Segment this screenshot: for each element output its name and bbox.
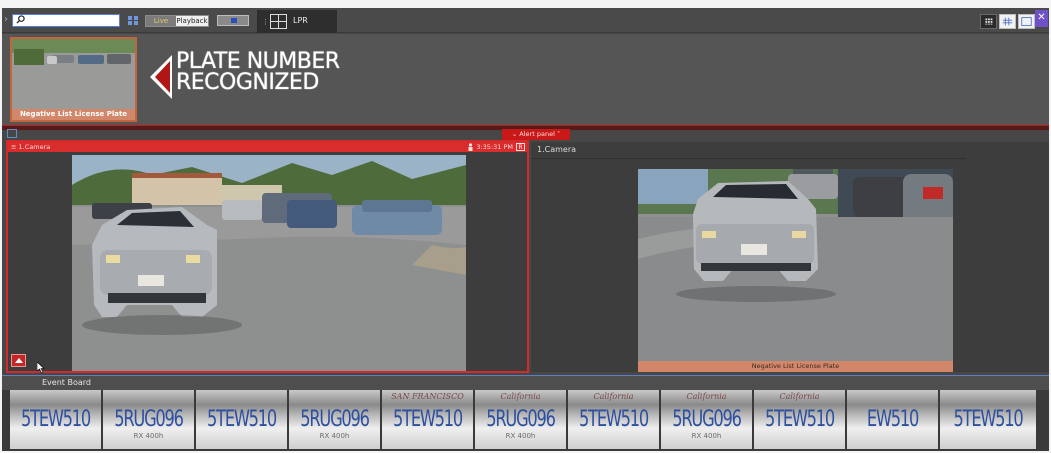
plate-event[interactable]: 5TEW510 bbox=[10, 390, 101, 449]
plate-state: California bbox=[500, 392, 541, 401]
layouts-grid-icon[interactable] bbox=[127, 15, 139, 26]
alarm-frame-caption: Negative List License Plate bbox=[638, 361, 953, 372]
top-toolbar: › Live Playback ⋮ LPR ✕ bbox=[2, 8, 1049, 33]
layout-indicator-icon bbox=[231, 18, 237, 23]
plate-event[interactable]: 5TEW510 bbox=[940, 390, 1036, 449]
plate-state: California bbox=[779, 392, 820, 401]
plate-number: 5TEW510 bbox=[579, 407, 649, 432]
screen: › Live Playback ⋮ LPR ✕ Negative List Li… bbox=[0, 0, 1051, 453]
plate-state: California bbox=[686, 392, 727, 401]
plate-number: EW510 bbox=[866, 407, 919, 432]
event-board-title: Event Board bbox=[42, 378, 91, 387]
plate-frame-text: RX 400h bbox=[505, 432, 536, 440]
event-board-plates: 5TEW510 5RUG096 RX 400h 5TEW510 5RUG096 RX… bbox=[2, 390, 1049, 451]
live-tab[interactable]: Live bbox=[146, 16, 176, 26]
alert-banner: Negative List License Plate PLATE NUMBER… bbox=[2, 34, 1049, 125]
event-board-header: Event Board bbox=[2, 375, 1049, 390]
mouse-cursor-icon bbox=[37, 362, 45, 373]
alert-panel-label: Alert panel bbox=[519, 130, 555, 138]
camera-title-text: 1.Camera bbox=[18, 143, 51, 151]
chevron-up-icon: ˄ bbox=[554, 130, 561, 138]
app-window: › Live Playback ⋮ LPR ✕ Negative List Li… bbox=[2, 8, 1049, 451]
plate-number: 5RUG096 bbox=[300, 407, 370, 432]
plate-frame-text: RX 400h bbox=[133, 432, 164, 440]
tab-lpr[interactable]: ⋮ LPR bbox=[257, 10, 337, 33]
plate-event[interactable]: 5RUG096 RX 400h bbox=[289, 390, 380, 449]
plate-event[interactable]: California 5RUG096 RX 400h bbox=[661, 390, 752, 449]
plate-number: 5RUG096 bbox=[672, 407, 742, 432]
plate-number: 5TEW510 bbox=[953, 407, 1024, 432]
plate-frame-text: RX 400h bbox=[691, 432, 722, 440]
layout-thumbnail[interactable] bbox=[217, 15, 249, 26]
live-playback-switch: Live Playback bbox=[145, 15, 209, 27]
plate-event[interactable]: California 5TEW510 bbox=[568, 390, 659, 449]
plate-recognized-headline: PLATE NUMBER RECOGNIZED bbox=[176, 49, 340, 95]
settings-wrench-icon[interactable]: ✕ bbox=[1035, 10, 1048, 27]
plate-event[interactable]: California 5RUG096 RX 400h bbox=[475, 390, 566, 449]
drag-handle-icon: ⋮ bbox=[262, 18, 269, 26]
camera-tile-live[interactable]: ≡ 1.Camera 3:35:31 PM R bbox=[6, 140, 529, 373]
plate-event[interactable]: 5TEW510 bbox=[196, 390, 287, 449]
alert-thumbnail-caption: Negative List License Plate bbox=[12, 109, 135, 120]
camera-title: ≡ 1.Camera bbox=[11, 143, 51, 151]
plate-number: 5TEW510 bbox=[765, 407, 835, 432]
alert-arrow-fill bbox=[155, 61, 170, 93]
search-icon bbox=[16, 15, 25, 24]
playback-tab[interactable]: Playback bbox=[176, 16, 208, 26]
plate-number: 5RUG096 bbox=[486, 407, 556, 432]
plate-number: 5TEW510 bbox=[21, 407, 91, 432]
alert-snapshot-image bbox=[12, 39, 135, 111]
record-badge[interactable]: R bbox=[516, 143, 525, 151]
alert-panel-toggle[interactable]: ⌄ Alert panel ˄ bbox=[502, 129, 570, 140]
plate-event[interactable]: California 5TEW510 bbox=[754, 390, 845, 449]
plate-event[interactable]: SAN FRANCISCO 5TEW510 bbox=[382, 390, 473, 449]
plate-event[interactable]: EW510 bbox=[847, 390, 938, 449]
camera-tile-header: ≡ 1.Camera 3:35:31 PM R bbox=[8, 142, 527, 152]
search-input[interactable] bbox=[12, 14, 120, 27]
layout-grid-icon bbox=[270, 14, 287, 29]
camera-tile-alarm[interactable]: 1.Camera Negative List License Plate bbox=[531, 142, 1049, 372]
expand-arrow-icon[interactable]: › bbox=[4, 14, 8, 25]
alert-thumbnail[interactable]: Negative List License Plate bbox=[10, 37, 137, 122]
plate-number: 5TEW510 bbox=[393, 407, 463, 432]
person-icon bbox=[468, 143, 473, 151]
camera-alarm-frame bbox=[638, 169, 953, 361]
headline-line-1: PLATE NUMBER bbox=[176, 49, 340, 74]
plate-number: 5TEW510 bbox=[207, 407, 277, 432]
plate-state: California bbox=[593, 392, 634, 401]
plate-state: SAN FRANCISCO bbox=[391, 392, 464, 401]
plate-event[interactable]: 5RUG096 RX 400h bbox=[103, 390, 194, 449]
camera-timestamp: 3:35:31 PM bbox=[476, 143, 513, 151]
plate-number: 5RUG096 bbox=[114, 407, 184, 432]
hash-view-icon[interactable] bbox=[999, 14, 1016, 29]
view-mode-buttons bbox=[980, 14, 1035, 29]
plate-frame-text: RX 400h bbox=[319, 432, 350, 440]
headline-line-2: RECOGNIZED bbox=[176, 70, 319, 95]
tab-lpr-label: LPR bbox=[293, 16, 308, 25]
camera-title: 1.Camera bbox=[537, 145, 577, 154]
camera-select-icon[interactable] bbox=[7, 129, 17, 138]
grid-view-icon[interactable] bbox=[980, 14, 997, 29]
single-view-icon[interactable] bbox=[1018, 14, 1035, 29]
camera-video-feed bbox=[72, 155, 466, 371]
ptz-control-button[interactable] bbox=[11, 354, 26, 367]
camera-title-divider bbox=[531, 158, 966, 159]
